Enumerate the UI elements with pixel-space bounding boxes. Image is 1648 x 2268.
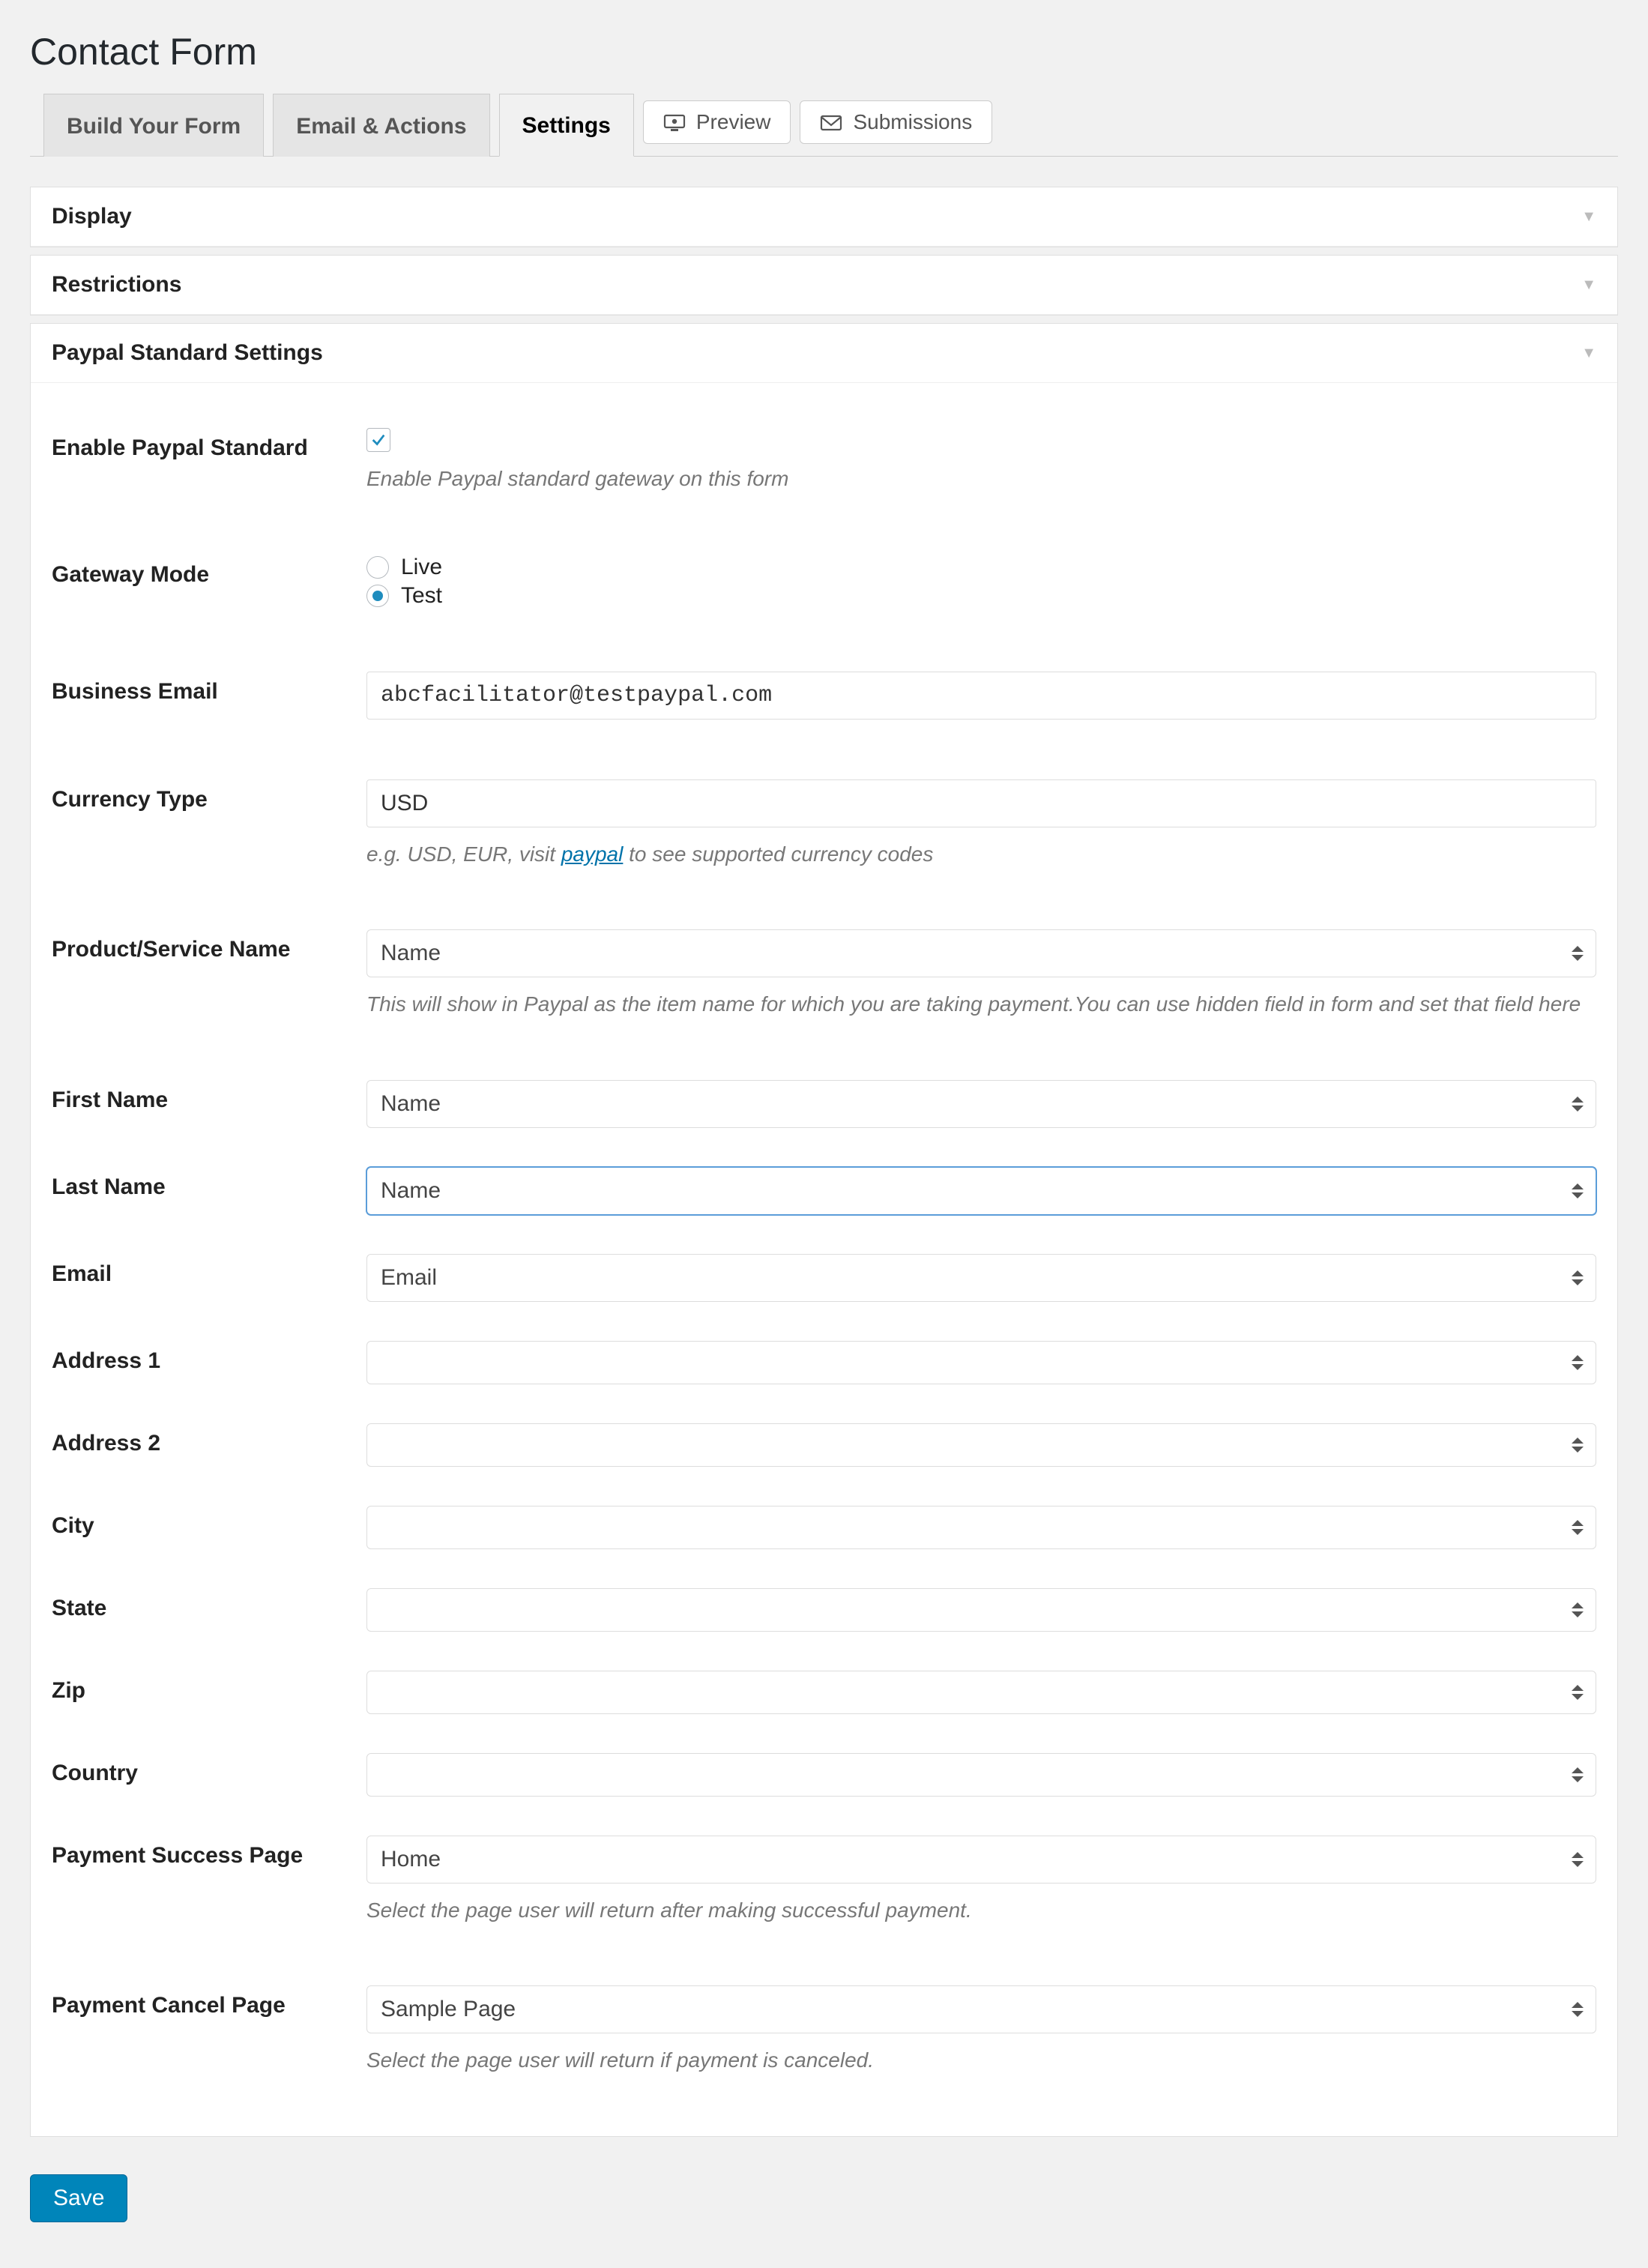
cancel-page-hint: Select the page user will return if paym… — [366, 2045, 1596, 2076]
currency-type-hint: e.g. USD, EUR, visit paypal to see suppo… — [366, 839, 1596, 870]
select-caret-icon — [1572, 1355, 1584, 1370]
page-title: Contact Form — [30, 30, 1618, 73]
select-caret-icon — [1572, 1270, 1584, 1285]
tab-build-your-form[interactable]: Build Your Form — [43, 94, 264, 157]
gateway-mode-test-label: Test — [401, 583, 442, 609]
address1-select[interactable] — [366, 1341, 1596, 1384]
select-caret-icon — [1572, 1852, 1584, 1867]
gateway-mode-label: Gateway Mode — [52, 555, 366, 588]
preview-icon — [663, 113, 686, 131]
select-caret-icon — [1572, 1520, 1584, 1535]
tabstrip: Build Your Form Email & Actions Settings… — [30, 93, 1618, 157]
cancel-page-label: Payment Cancel Page — [52, 1985, 366, 2018]
tab-email-actions[interactable]: Email & Actions — [273, 94, 489, 157]
panel-restrictions-title: Restrictions — [52, 272, 181, 298]
preview-label: Preview — [696, 110, 771, 134]
email-select[interactable]: Email — [366, 1254, 1596, 1302]
product-name-hint: This will show in Paypal as the item nam… — [366, 989, 1596, 1020]
business-email-input[interactable] — [366, 672, 1596, 720]
address1-label: Address 1 — [52, 1341, 366, 1374]
preview-button[interactable]: Preview — [643, 100, 791, 144]
success-page-hint: Select the page user will return after m… — [366, 1895, 1596, 1926]
enable-paypal-hint: Enable Paypal standard gateway on this f… — [366, 464, 1596, 495]
submissions-label: Submissions — [853, 110, 972, 134]
paypal-link[interactable]: paypal — [561, 842, 624, 866]
panel-paypal-header[interactable]: Paypal Standard Settings ▼ — [31, 324, 1617, 383]
gateway-mode-test-radio[interactable] — [366, 585, 389, 607]
select-caret-icon — [1572, 1767, 1584, 1782]
currency-type-input[interactable] — [366, 779, 1596, 827]
city-select[interactable] — [366, 1506, 1596, 1549]
check-icon — [370, 432, 387, 448]
first-name-label: First Name — [52, 1080, 366, 1113]
last-name-select[interactable]: Name — [366, 1167, 1596, 1215]
zip-select[interactable] — [366, 1671, 1596, 1714]
success-page-select[interactable]: Home — [366, 1836, 1596, 1884]
submissions-button[interactable]: Submissions — [800, 100, 992, 144]
panel-display-header[interactable]: Display ▼ — [31, 187, 1617, 247]
zip-label: Zip — [52, 1671, 366, 1704]
business-email-label: Business Email — [52, 672, 366, 705]
select-caret-icon — [1572, 1097, 1584, 1112]
tab-settings[interactable]: Settings — [499, 94, 634, 157]
chevron-down-icon: ▼ — [1581, 208, 1596, 226]
success-page-label: Payment Success Page — [52, 1836, 366, 1869]
panel-display: Display ▼ — [30, 187, 1618, 247]
panel-paypal: Paypal Standard Settings ▼ Enable Paypal… — [30, 323, 1618, 2137]
enable-paypal-label: Enable Paypal Standard — [52, 428, 366, 461]
email-label: Email — [52, 1254, 366, 1287]
first-name-select[interactable]: Name — [366, 1080, 1596, 1128]
city-label: City — [52, 1506, 366, 1539]
panel-paypal-title: Paypal Standard Settings — [52, 340, 323, 366]
product-name-select[interactable]: Name — [366, 929, 1596, 977]
state-label: State — [52, 1588, 366, 1621]
last-name-label: Last Name — [52, 1167, 366, 1200]
panel-display-title: Display — [52, 204, 132, 229]
select-caret-icon — [1572, 1183, 1584, 1198]
address2-label: Address 2 — [52, 1423, 366, 1456]
panel-restrictions: Restrictions ▼ — [30, 255, 1618, 316]
select-caret-icon — [1572, 1685, 1584, 1700]
mail-icon — [820, 113, 842, 131]
chevron-down-icon: ▼ — [1581, 345, 1596, 362]
chevron-down-icon: ▼ — [1581, 277, 1596, 294]
address2-select[interactable] — [366, 1423, 1596, 1467]
currency-type-label: Currency Type — [52, 779, 366, 812]
country-label: Country — [52, 1753, 366, 1786]
select-caret-icon — [1572, 1602, 1584, 1617]
select-caret-icon — [1572, 946, 1584, 961]
select-caret-icon — [1572, 2002, 1584, 2017]
state-select[interactable] — [366, 1588, 1596, 1632]
gateway-mode-live-label: Live — [401, 555, 442, 580]
panel-restrictions-header[interactable]: Restrictions ▼ — [31, 256, 1617, 315]
gateway-mode-live-radio[interactable] — [366, 556, 389, 579]
cancel-page-select[interactable]: Sample Page — [366, 1985, 1596, 2033]
product-name-label: Product/Service Name — [52, 929, 366, 962]
country-select[interactable] — [366, 1753, 1596, 1797]
save-button[interactable]: Save — [30, 2174, 127, 2222]
enable-paypal-checkbox[interactable] — [366, 428, 390, 452]
select-caret-icon — [1572, 1438, 1584, 1453]
